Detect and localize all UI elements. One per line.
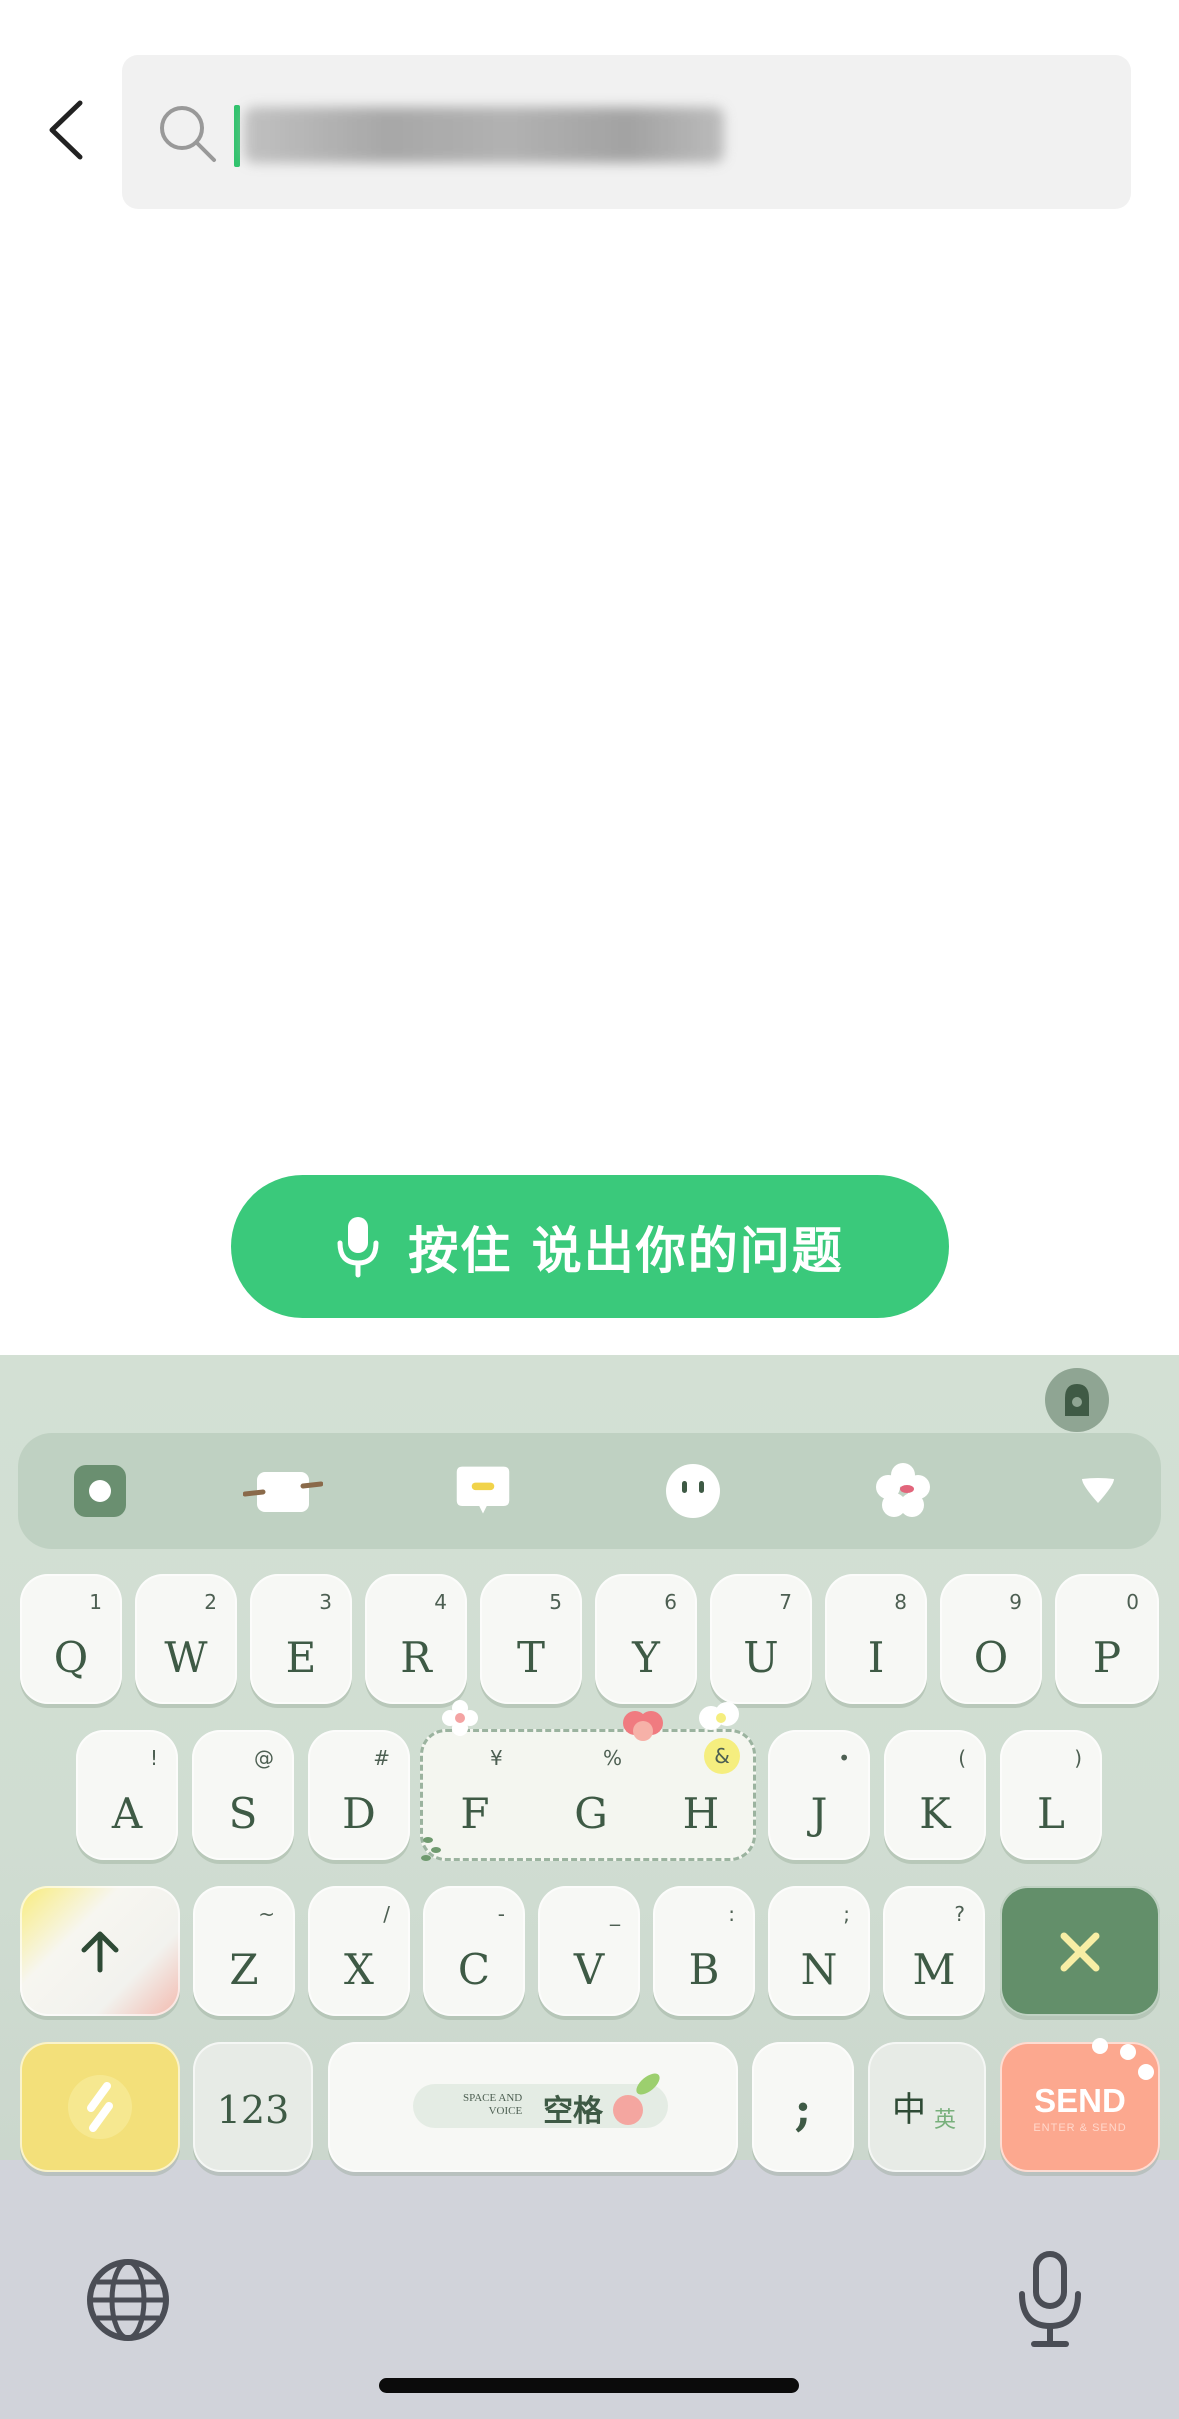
clipboard-icon[interactable] — [453, 1461, 513, 1521]
peach-decoration-icon — [613, 2073, 660, 2125]
key-i[interactable]: 8I — [825, 1574, 927, 1704]
home-indicator[interactable] — [379, 2378, 799, 2393]
lock-avatar-icon — [1065, 1384, 1089, 1416]
language-switch-key[interactable]: 中 英 — [868, 2042, 986, 2172]
quick-action-key[interactable] — [20, 2042, 180, 2172]
search-icon — [160, 106, 216, 162]
flower-decoration-icon — [1092, 2038, 1154, 2080]
delete-key[interactable] — [1000, 1886, 1160, 2016]
key-y[interactable]: 6Y — [595, 1574, 697, 1704]
delete-x-icon — [1060, 1932, 1100, 1972]
key-q[interactable]: 1Q — [20, 1574, 122, 1704]
key-p[interactable]: 0P — [1055, 1574, 1159, 1704]
key-v[interactable]: _ V — [538, 1886, 640, 2016]
key-d[interactable]: # D — [308, 1730, 410, 1860]
collapse-keyboard-icon[interactable] — [1068, 1461, 1128, 1521]
dictation-microphone-icon[interactable] — [1014, 2250, 1086, 2350]
hold-to-speak-button[interactable]: 按住 说出你的问题 — [231, 1175, 949, 1318]
punctuation-key[interactable]: ; — [752, 2042, 854, 2172]
key-l[interactable]: ) L — [1000, 1730, 1102, 1860]
key-m[interactable]: ? M — [883, 1886, 985, 2016]
key-n[interactable]: ; N — [768, 1886, 870, 2016]
space-key[interactable]: SPACE AND VOICE 空格 — [328, 2042, 738, 2172]
key-o[interactable]: 9O — [940, 1574, 1042, 1704]
text-caret — [234, 105, 240, 167]
keyboard-theme-icon[interactable] — [70, 1461, 130, 1521]
microphone-icon — [337, 1216, 379, 1277]
globe-icon[interactable] — [83, 2255, 173, 2345]
key-c[interactable]: -C — [423, 1886, 525, 2016]
key-a[interactable]: ! A — [76, 1730, 178, 1860]
flower-decoration-icon — [699, 1702, 739, 1730]
search-input[interactable] — [122, 55, 1131, 209]
numbers-key[interactable]: 123 — [193, 2042, 313, 2172]
chevron-left-icon — [49, 100, 83, 160]
shift-arrow-icon — [81, 1931, 119, 1973]
space-en-label: SPACE AND VOICE — [463, 2092, 523, 2117]
key-w[interactable]: 2W — [135, 1574, 237, 1704]
key-r[interactable]: 4R — [365, 1574, 467, 1704]
key-x[interactable]: / X — [308, 1886, 410, 2016]
flower-decoration-icon — [623, 1711, 663, 1741]
key-e[interactable]: 3E — [250, 1574, 352, 1704]
keyboard-toolbar — [18, 1433, 1161, 1549]
sticker-flower-icon[interactable] — [873, 1461, 933, 1521]
hold-to-speak-label: 按住 说出你的问题 — [408, 1221, 844, 1280]
cursor-move-icon[interactable] — [243, 1461, 323, 1521]
key-u[interactable]: 7U — [710, 1574, 812, 1704]
back-button[interactable] — [40, 95, 100, 165]
flower-decoration-icon — [442, 1700, 478, 1736]
key-k[interactable]: (K — [884, 1730, 986, 1860]
shift-key[interactable] — [20, 1886, 180, 2016]
search-query-redacted — [244, 107, 724, 163]
key-t[interactable]: 5T — [480, 1574, 582, 1704]
keyboard-brand-button[interactable] — [1045, 1368, 1109, 1432]
lightning-icon — [68, 2075, 132, 2139]
key-b[interactable]: :B — [653, 1886, 755, 2016]
emoji-icon[interactable] — [663, 1461, 723, 1521]
key-s[interactable]: @ S — [192, 1730, 294, 1860]
leaf-decoration-icon — [421, 1837, 441, 1861]
key-z[interactable]: ~ Z — [193, 1886, 295, 2016]
key-j[interactable]: • J — [768, 1730, 870, 1860]
space-cn-label: 空格 — [543, 2094, 603, 2129]
